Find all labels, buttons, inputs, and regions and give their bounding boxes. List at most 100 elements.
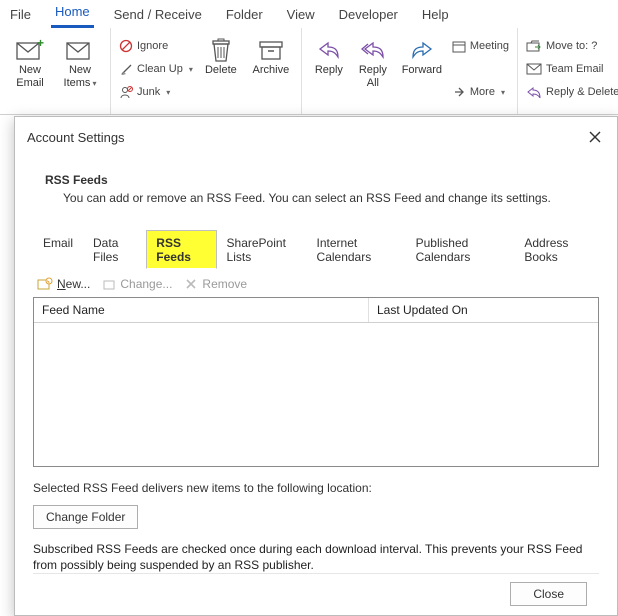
label: Forward — [402, 64, 442, 77]
label: Meeting — [470, 40, 509, 52]
dialog-title: Account Settings — [27, 130, 125, 145]
delivers-label: Selected RSS Feed delivers new items to … — [33, 481, 599, 495]
ribbon-group-quicksteps: Move to: ? Team Email Reply & Delete — [518, 28, 618, 114]
new-email-button[interactable]: + New Email — [6, 32, 54, 89]
spacer — [450, 59, 511, 79]
share-icon — [452, 85, 466, 99]
clean-up-button[interactable]: Clean Up ▾ — [117, 59, 195, 79]
chevron-down-icon: ▾ — [166, 88, 170, 97]
label: Reply — [315, 64, 343, 77]
label: Ignore — [137, 40, 168, 52]
respond-more-stack: Meeting More ▾ — [450, 32, 511, 102]
menu-developer[interactable]: Developer — [335, 3, 402, 28]
forward-icon — [408, 36, 436, 64]
broom-icon — [119, 62, 133, 76]
tab-internet-calendars[interactable]: Internet Calendars — [307, 230, 406, 269]
team-email-button[interactable]: Team Email — [524, 59, 618, 79]
envelope-items-icon — [66, 36, 94, 64]
label: Change... — [120, 277, 172, 291]
menu-send-receive[interactable]: Send / Receive — [110, 3, 206, 28]
remove-feed-button: Remove — [184, 277, 247, 291]
col-last-updated[interactable]: Last Updated On — [369, 298, 598, 322]
ignore-icon — [119, 39, 133, 53]
new-items-button[interactable]: New Items▾ — [56, 32, 104, 89]
menu-folder[interactable]: Folder — [222, 3, 267, 28]
archive-button[interactable]: Archive — [247, 32, 295, 77]
label: Move to: ? — [546, 40, 597, 52]
menu-help[interactable]: Help — [418, 3, 453, 28]
trash-icon — [207, 36, 235, 64]
reply-button[interactable]: Reply — [308, 32, 350, 77]
settings-tabs: Email Data Files RSS Feeds SharePoint Li… — [33, 229, 599, 269]
change-icon — [102, 277, 116, 291]
label: More — [470, 86, 495, 98]
ribbon-group-delete: Ignore Clean Up ▾ Junk ▾ Delete Archive — [111, 28, 302, 114]
reply-all-button[interactable]: Reply All — [352, 32, 394, 89]
ribbon: + New Email New Items▾ Ignore Clean Up ▾ … — [0, 28, 618, 115]
tab-email[interactable]: Email — [33, 230, 83, 269]
more-button[interactable]: More ▾ — [450, 82, 511, 102]
label: New Items▾ — [64, 64, 97, 89]
section-heading: RSS Feeds — [45, 173, 599, 187]
label: Junk — [137, 86, 160, 98]
remove-icon — [184, 277, 198, 291]
dialog-body: RSS Feeds You can add or remove an RSS F… — [15, 155, 617, 616]
tab-data-files[interactable]: Data Files — [83, 230, 146, 269]
delete-button[interactable]: Delete — [197, 32, 245, 77]
quick-steps-stack: Move to: ? Team Email Reply & Delete — [524, 32, 618, 102]
change-feed-button: Change... — [102, 277, 172, 291]
rss-note: Subscribed RSS Feeds are checked once du… — [33, 541, 599, 573]
menu-bar: File Home Send / Receive Folder View Dev… — [0, 0, 618, 28]
menu-view[interactable]: View — [283, 3, 319, 28]
feeds-list[interactable]: Feed Name Last Updated On — [33, 297, 599, 467]
ribbon-group-new: + New Email New Items▾ — [0, 28, 111, 114]
label: Reply All — [359, 64, 387, 89]
label: New... — [57, 277, 90, 291]
chevron-down-icon: ▾ — [189, 65, 193, 74]
close-button[interactable]: Close — [510, 582, 587, 606]
section-description: You can add or remove an RSS Feed. You c… — [63, 191, 599, 205]
new-feed-button[interactable]: New... — [37, 277, 90, 291]
ribbon-group-respond: Reply Reply All Forward Meeting More ▾ — [302, 28, 518, 114]
label: Clean Up — [137, 63, 183, 75]
envelope-icon — [526, 63, 542, 75]
label: New Email — [16, 64, 44, 89]
feed-toolbar: New... Change... Remove — [33, 269, 599, 297]
archive-icon — [257, 36, 285, 64]
reply-and-delete-button[interactable]: Reply & Delete — [524, 82, 618, 102]
meeting-button[interactable]: Meeting — [450, 36, 511, 56]
close-icon[interactable] — [583, 125, 607, 149]
tab-address-books[interactable]: Address Books — [514, 230, 599, 269]
calendar-icon — [452, 39, 466, 53]
new-feed-icon — [37, 277, 53, 291]
label: Reply & Delete — [546, 86, 618, 98]
label: Team Email — [546, 63, 603, 75]
feeds-list-header: Feed Name Last Updated On — [34, 298, 598, 323]
reply-small-icon — [526, 86, 542, 98]
menu-home[interactable]: Home — [51, 0, 94, 28]
col-feed-name[interactable]: Feed Name — [34, 298, 369, 322]
dialog-footer: Close — [33, 573, 599, 606]
reply-all-icon — [359, 36, 387, 64]
label: Remove — [202, 277, 247, 291]
folder-move-icon — [526, 39, 542, 53]
menu-file[interactable]: File — [6, 3, 35, 28]
junk-button[interactable]: Junk ▾ — [117, 82, 195, 102]
forward-button[interactable]: Forward — [396, 32, 448, 77]
label: Archive — [253, 64, 290, 77]
tab-published-calendars[interactable]: Published Calendars — [406, 230, 515, 269]
tab-sharepoint-lists[interactable]: SharePoint Lists — [217, 230, 307, 269]
junk-stack: Ignore Clean Up ▾ Junk ▾ — [117, 32, 195, 102]
label: Delete — [205, 64, 237, 77]
envelope-new-icon: + — [16, 36, 44, 64]
ignore-button[interactable]: Ignore — [117, 36, 195, 56]
svg-text:+: + — [37, 39, 44, 50]
chevron-down-icon: ▾ — [501, 88, 505, 97]
reply-icon — [315, 36, 343, 64]
change-folder-button[interactable]: Change Folder — [33, 505, 138, 529]
move-to-button[interactable]: Move to: ? — [524, 36, 618, 56]
tab-rss-feeds[interactable]: RSS Feeds — [146, 230, 216, 269]
dialog-titlebar: Account Settings — [15, 117, 617, 155]
account-settings-dialog: Account Settings RSS Feeds You can add o… — [14, 116, 618, 616]
junk-person-icon — [119, 85, 133, 99]
